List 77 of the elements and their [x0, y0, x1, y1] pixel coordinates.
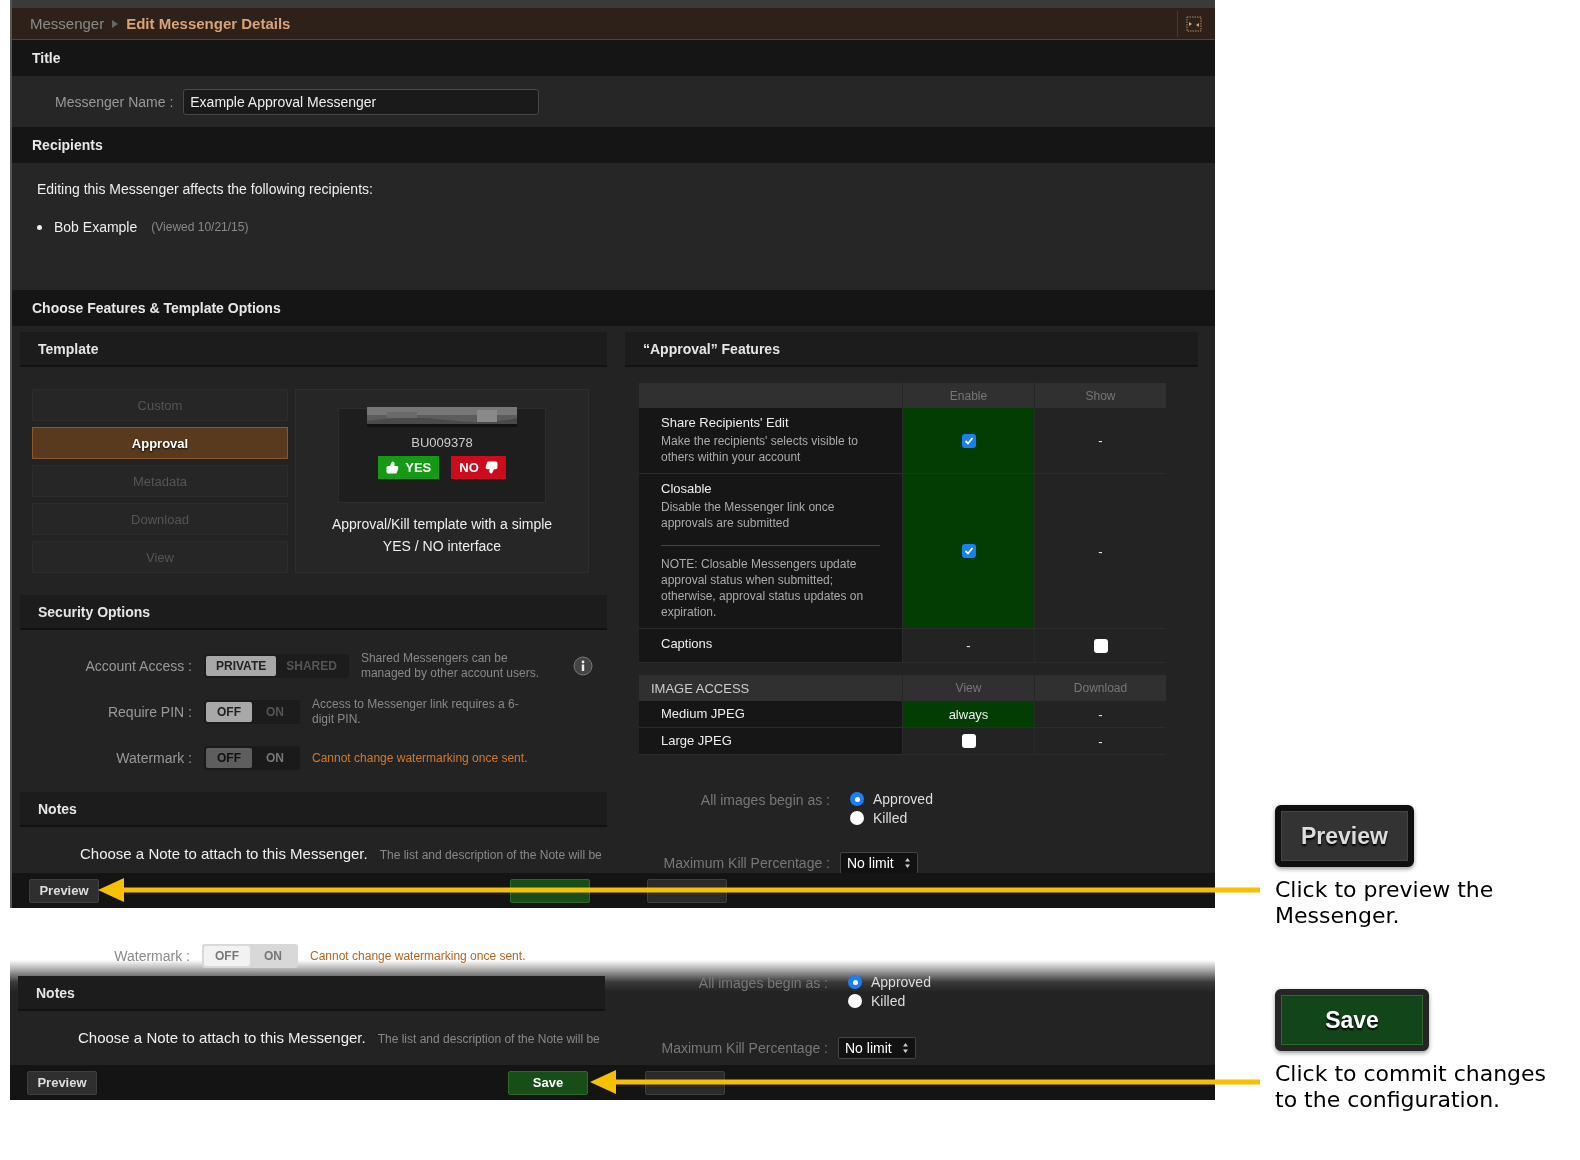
hint-text: Access to Messenger link requires a 6-digit PIN. [312, 697, 520, 727]
section-heading: Choose Features & Template Options [12, 290, 1215, 326]
checkbox[interactable] [961, 734, 976, 748]
field-label: Messenger Name : [55, 93, 174, 110]
save-button[interactable]: Save [1275, 989, 1429, 1051]
radio-option[interactable]: Approved [848, 974, 931, 990]
hint-text: Cannot change watermarking once sent. [310, 948, 526, 964]
notes-prompt: Choose a Note to attach to this Messenger. [78, 1029, 366, 1046]
checkbox[interactable] [961, 544, 976, 558]
radio-option[interactable]: Approved [850, 791, 933, 807]
section-heading: Notes [20, 792, 607, 827]
radio-button[interactable] [848, 975, 862, 989]
feature-note: NOTE: Closable Messengers update approval status when submitted; otherwise, approval status updates on expiration. [661, 556, 865, 620]
limit-select[interactable]: No limit [840, 852, 918, 873]
thumbs-up-icon [386, 461, 400, 474]
field-label: Watermark : [115, 750, 192, 766]
toggle-option[interactable]: PRIVATE [206, 656, 277, 676]
expand-icon [1186, 15, 1202, 32]
section-heading: “Approval” Features [625, 332, 1198, 367]
info-icon[interactable] [572, 656, 593, 676]
recipient-name: Bob Example [54, 219, 138, 235]
section-heading: Security Options [20, 595, 607, 630]
field-label: Maximum Kill Percentage : [662, 855, 830, 871]
feature-title: Captions [661, 635, 714, 653]
hint-text: Cannot change watermarking once sent. [312, 750, 528, 766]
recipient-status: (Viewed 10/21/15) [151, 220, 249, 234]
field-label: Account Access : [84, 658, 192, 674]
name-field[interactable]: Example Approval Messenger [183, 88, 540, 115]
notes-hint: The list and description of the Note will be [377, 1032, 600, 1046]
preview-button[interactable]: Preview [27, 1070, 97, 1095]
section-heading: Title [12, 40, 1215, 76]
spinner-icon [901, 1042, 909, 1054]
table-cell: always [902, 701, 1034, 727]
preview-button[interactable]: Preview [1275, 805, 1414, 867]
breadcrumb-item[interactable]: Messenger [30, 15, 105, 32]
feature-title: Medium JPEG [661, 705, 746, 723]
toggle-switch[interactable]: PRIVATE SHARED [204, 654, 349, 678]
radio-option[interactable]: Killed [848, 993, 931, 1009]
toggle-switch[interactable]: OFF ON [204, 700, 300, 724]
preview-button[interactable]: Preview [29, 878, 99, 903]
radio-option[interactable]: Killed [850, 810, 933, 826]
checkbox[interactable] [1093, 638, 1108, 653]
bullet-icon [37, 224, 42, 230]
toggle-option[interactable]: OFF [206, 702, 252, 722]
feature-description: Disable the Messenger link once approvals are submitted [661, 499, 836, 531]
template-description: Approval/Kill template with a simple YES / NO interface [330, 515, 554, 556]
field-label: Require PIN : [106, 704, 192, 720]
field-label: Watermark : [113, 948, 190, 964]
field-label: All images begin as : [697, 974, 828, 993]
chevron-icon [112, 19, 119, 28]
spinner-icon [903, 857, 911, 869]
section-heading: Recipients [12, 127, 1215, 163]
asset-code: BU009378 [411, 435, 473, 450]
feature-title: Share Recipients' Edit [661, 414, 790, 432]
checkbox[interactable] [961, 433, 976, 448]
recipients-intro: Editing this Messenger affects the following recipients: [37, 181, 374, 197]
notes-hint: The list and description of the Note will be [379, 848, 602, 862]
column-header: IMAGE ACCESS [650, 679, 751, 698]
section-heading: Notes [18, 976, 605, 1011]
radio-button[interactable] [850, 792, 864, 806]
field-label: Maximum Kill Percentage : [660, 1040, 828, 1056]
hint-text: Shared Messengers can be managed by other account users. [360, 651, 540, 681]
limit-select[interactable]: No limit [838, 1037, 916, 1059]
feature-title: Large JPEG [661, 732, 733, 750]
radio-button[interactable] [848, 994, 862, 1008]
notes-prompt: Choose a Note to attach to this Messenger. [80, 845, 368, 862]
feature-description: Make the recipients' selects visible to others within your account [661, 433, 860, 465]
feature-title: Closable [661, 480, 713, 498]
save-button[interactable]: Save [508, 1070, 588, 1095]
thumbs-down-icon [484, 461, 498, 474]
section-heading: Template [20, 332, 607, 367]
breadcrumb-item: Edit Messenger Details [126, 15, 291, 32]
radio-button[interactable] [850, 811, 864, 825]
field-label: All images begin as : [699, 791, 830, 810]
template-option[interactable]: Approval [32, 427, 288, 459]
callout-text: Click to preview the Messenger. [1275, 877, 1495, 929]
callout-text: Click to commit changes to the configuration. [1275, 1061, 1548, 1113]
